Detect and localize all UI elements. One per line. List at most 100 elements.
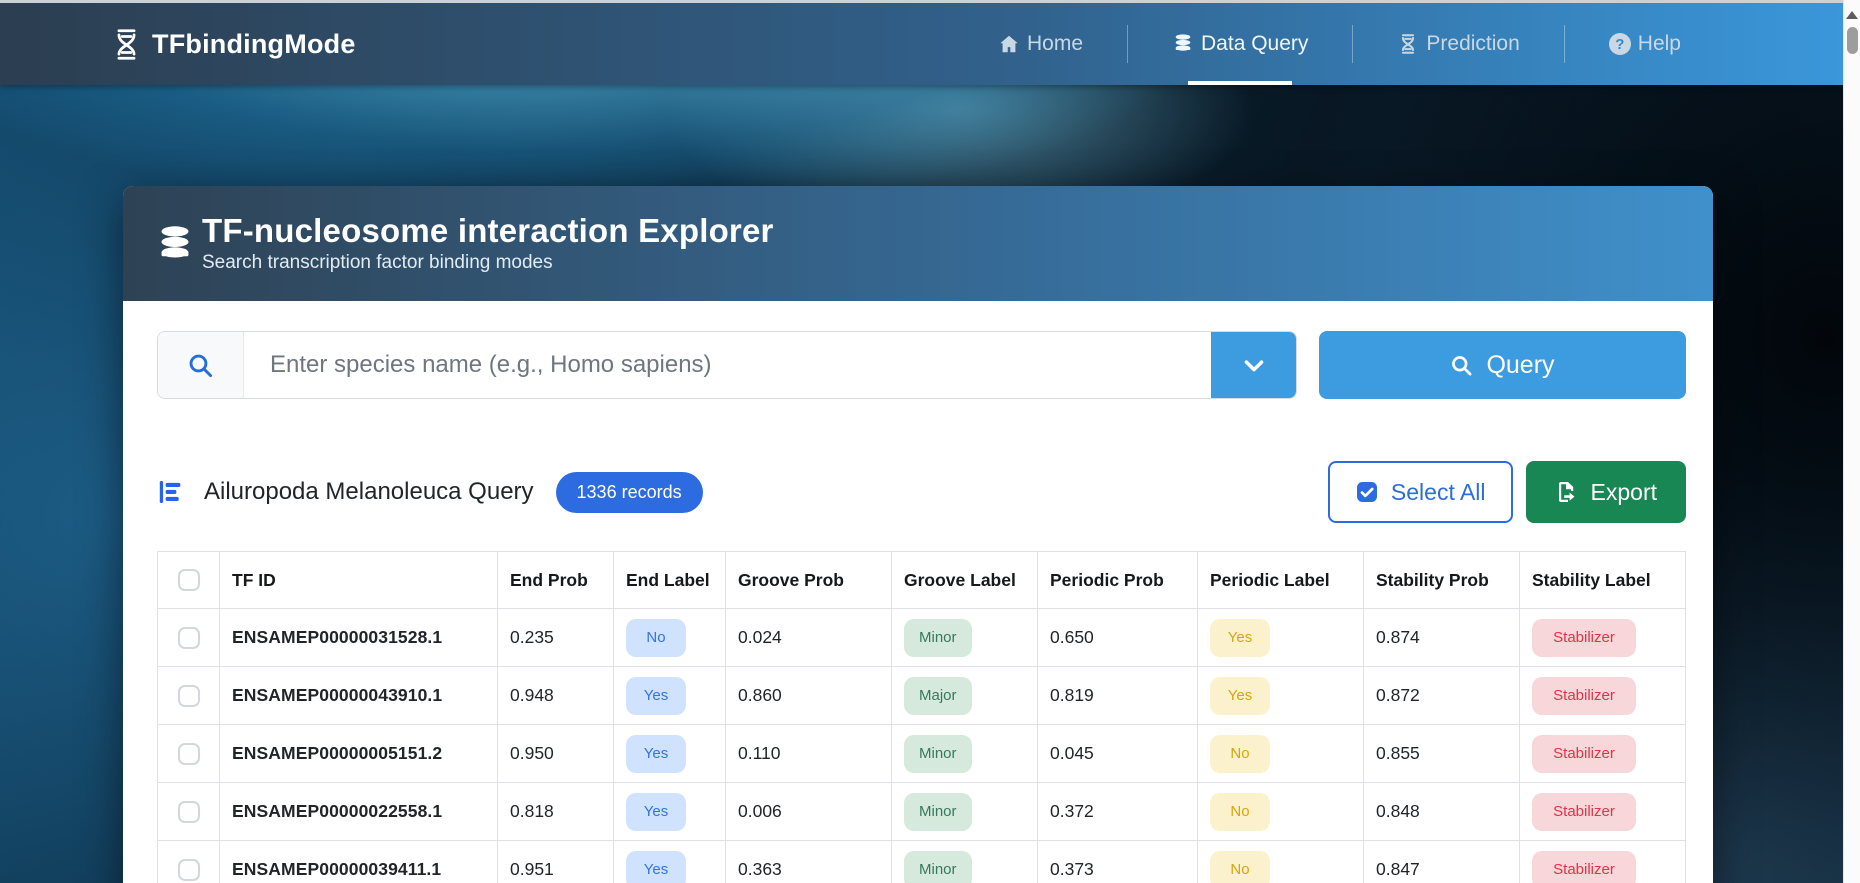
row-checkbox[interactable] [177,742,200,765]
row-checkbox[interactable] [177,684,200,707]
end-prob-cell: 0.818 [497,782,614,841]
periodic-prob-cell: 0.372 [1037,782,1198,841]
scrollbar-up-arrow-icon[interactable] [1846,11,1858,19]
col-header-tf-id: TF ID [219,551,498,609]
periodic-prob-cell: 0.819 [1037,666,1198,725]
nav-item-data-query[interactable]: Data Query [1128,3,1352,85]
nav-item-label: Help [1637,32,1681,55]
periodic-label-cell: Yes [1197,666,1364,725]
chevron-down-icon [1244,360,1263,372]
periodic-prob-cell: 0.045 [1037,724,1198,783]
hero-text: TF-nucleosome interaction Explorer Searc… [202,211,774,274]
search-icon [189,354,213,377]
groove-label-cell: Minor [891,840,1038,883]
groove-label-cell: Major [891,666,1038,725]
page-subtitle: Search transcription factor binding mode… [202,252,553,274]
row-checkbox-cell [157,724,220,783]
stability-label-badge: Stabilizer [1532,850,1636,883]
select-all-label: Select All [1390,478,1486,505]
stability-prob-cell: 0.848 [1363,782,1520,841]
table-row: ENSAMEP00000043910.1 0.948 Yes 0.860 Major 0.… [157,666,1686,725]
row-checkbox[interactable] [177,800,200,823]
species-search-input[interactable] [244,332,1211,398]
nav-item-home[interactable]: Home [954,3,1127,85]
table-row: ENSAMEP00000039411.1 0.951 Yes 0.363 Minor 0.… [157,840,1686,883]
col-header-stability-label: Stability Label [1519,551,1686,609]
periodic-label-cell: Yes [1197,608,1364,667]
periodic-prob-cell: 0.373 [1037,840,1198,883]
scrollbar-thumb[interactable] [1847,27,1858,54]
groove-prob-cell: 0.024 [725,608,892,667]
results-table-wrap: TF ID End Prob End Label Groove Prob Gro… [157,551,1686,883]
stability-label-cell: Stabilizer [1519,782,1686,841]
periodic-label-badge: No [1210,850,1270,883]
row-checkbox[interactable] [177,626,200,649]
end-prob-cell: 0.950 [497,724,614,783]
end-label-cell: Yes [613,666,726,725]
tf-id-cell: ENSAMEP00000039411.1 [219,840,498,883]
select-all-button[interactable]: Select All [1327,461,1513,523]
page-title: TF-nucleosome interaction Explorer [202,211,774,249]
tf-id-cell: ENSAMEP00000022558.1 [219,782,498,841]
checked-checkbox-icon [1356,482,1377,502]
stability-prob-cell: 0.855 [1363,724,1520,783]
end-label-badge: Yes [626,734,686,773]
table-row: ENSAMEP00000022558.1 0.818 Yes 0.006 Minor 0.… [157,782,1686,841]
nav-item-prediction[interactable]: Prediction [1353,3,1563,85]
results-header: Ailuropoda Melanoleuca Query 1336 record… [157,461,1686,523]
stability-label-badge: Stabilizer [1532,792,1636,831]
periodic-label-badge: Yes [1210,676,1270,715]
results-title: Ailuropoda Melanoleuca Query [204,478,534,505]
header-checkbox-cell [157,551,220,609]
query-button[interactable]: Query [1319,331,1686,399]
col-header-periodic-prob: Periodic Prob [1037,551,1198,609]
species-dropdown-toggle[interactable] [1211,332,1296,398]
active-tab-underline [1188,81,1293,85]
table-row: ENSAMEP00000031528.1 0.235 No 0.024 Minor 0.6… [157,608,1686,667]
end-label-badge: Yes [626,792,686,831]
species-input-group [157,331,1297,399]
database-icon [161,225,189,257]
groove-label-badge: Minor [904,792,972,831]
row-checkbox[interactable] [177,858,200,881]
brand-logo[interactable]: TFbindingMode [110,28,356,61]
export-label: Export [1590,478,1657,505]
browser-scrollbar[interactable] [1843,0,1860,883]
browser-viewport: TFbindingMode Home Data Query Prediction… [0,0,1843,883]
col-header-end-label: End Label [613,551,726,609]
header-checkbox[interactable] [177,569,200,592]
nav-item-label: Prediction [1426,32,1520,55]
records-count-badge: 1336 records [555,471,703,513]
table-body: ENSAMEP00000031528.1 0.235 No 0.024 Minor 0.6… [157,608,1686,883]
end-label-badge: No [626,618,686,657]
tf-id-cell: ENSAMEP00000043910.1 [219,666,498,725]
end-prob-cell: 0.948 [497,666,614,725]
periodic-label-badge: No [1210,734,1270,773]
tf-id-cell: ENSAMEP00000031528.1 [219,608,498,667]
end-prob-cell: 0.235 [497,608,614,667]
search-row: Query [157,331,1686,399]
stability-label-cell: Stabilizer [1519,840,1686,883]
end-label-cell: No [613,608,726,667]
nav-item-help[interactable]: ? Help [1565,3,1725,85]
input-prefix [158,332,244,398]
end-label-badge: Yes [626,676,686,715]
col-header-groove-prob: Groove Prob [725,551,892,609]
periodic-label-badge: No [1210,792,1270,831]
end-label-badge: Yes [626,850,686,883]
navbar: TFbindingMode Home Data Query Prediction… [0,3,1843,85]
groove-prob-cell: 0.860 [725,666,892,725]
groove-label-cell: Minor [891,782,1038,841]
results-title-group: Ailuropoda Melanoleuca Query 1336 record… [157,471,703,513]
export-button[interactable]: Export [1525,461,1686,523]
col-header-groove-label: Groove Label [891,551,1038,609]
row-checkbox-cell [157,666,220,725]
stability-label-cell: Stabilizer [1519,608,1686,667]
groove-label-badge: Major [904,676,972,715]
col-header-end-prob: End Prob [497,551,614,609]
stability-label-badge: Stabilizer [1532,618,1636,657]
bar-chart-icon [159,481,181,503]
stability-label-cell: Stabilizer [1519,724,1686,783]
stability-prob-cell: 0.847 [1363,840,1520,883]
groove-label-badge: Minor [904,618,972,657]
